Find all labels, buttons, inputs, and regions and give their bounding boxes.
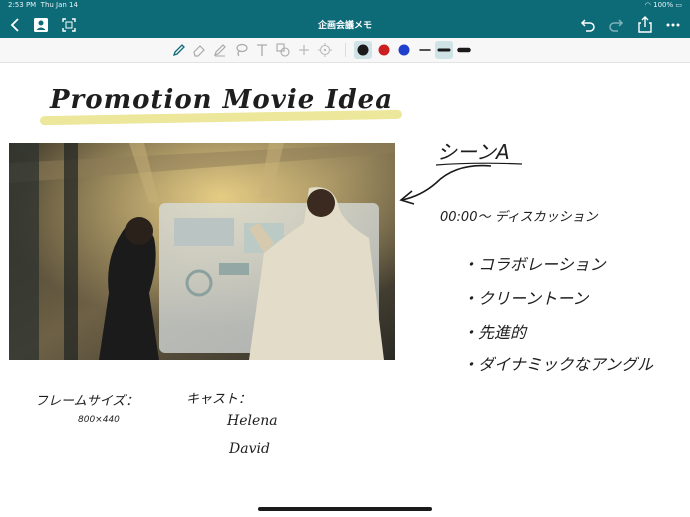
bullet-item: ・コラボレーション — [462, 255, 606, 274]
eraser-tool-icon[interactable] — [190, 41, 208, 59]
color-black-swatch[interactable] — [354, 41, 372, 59]
text-tool-icon[interactable] — [253, 41, 271, 59]
home-indicator[interactable] — [258, 507, 432, 511]
cast-name: Helena — [227, 413, 278, 429]
stroke-thin-option[interactable] — [416, 41, 434, 59]
target-tool-icon[interactable] — [316, 41, 334, 59]
bullet-item: ・クリーントーン — [462, 289, 589, 308]
bullet-item: ・先進的 — [462, 323, 527, 342]
cast-name: David — [229, 441, 270, 457]
frame-size-label: フレームサイズ： — [35, 394, 139, 409]
share-icon[interactable] — [634, 14, 656, 36]
ellipsis-icon[interactable] — [662, 14, 684, 36]
bullet-item: ・ダイナミックなアングル — [462, 355, 654, 374]
meeting-photo[interactable] — [9, 143, 395, 360]
battery-icon: ▭ — [675, 1, 682, 9]
stroke-thick-option[interactable] — [455, 41, 473, 59]
status-right: ◠ 100% ▭ — [644, 1, 682, 9]
color-blue-swatch[interactable] — [395, 41, 413, 59]
note-canvas[interactable]: Promotion Movie Idea シーンA 00:00～ ディスカッショ… — [0, 63, 690, 517]
shape-tool-icon[interactable] — [274, 41, 292, 59]
pen-tool-icon[interactable] — [170, 41, 188, 59]
color-red-swatch[interactable] — [375, 41, 393, 59]
plus-tool-icon[interactable] — [295, 41, 313, 59]
toolbar-divider — [345, 43, 346, 57]
time-note: 00:00～ ディスカッション — [440, 210, 598, 225]
scene-underline — [435, 162, 523, 166]
note-title: Promotion Movie Idea — [50, 85, 394, 115]
lasso-tool-icon[interactable] — [232, 41, 250, 59]
frame-size-value: 800×440 — [78, 415, 120, 425]
pencil-tool-icon[interactable] — [211, 41, 229, 59]
app-bar: 企画会議メモ — [0, 11, 690, 38]
wifi-icon: ◠ — [644, 1, 651, 9]
stroke-medium-option[interactable] — [435, 41, 453, 59]
redo-icon[interactable] — [605, 14, 627, 36]
drawing-toolbar — [0, 38, 690, 63]
undo-icon[interactable] — [577, 14, 599, 36]
status-time-date: 2:53 PM Thu Jan 14 — [8, 1, 78, 9]
cast-label: キャスト： — [186, 392, 252, 407]
status-bar: 2:53 PM Thu Jan 14 ◠ 100% ▭ — [0, 0, 690, 11]
